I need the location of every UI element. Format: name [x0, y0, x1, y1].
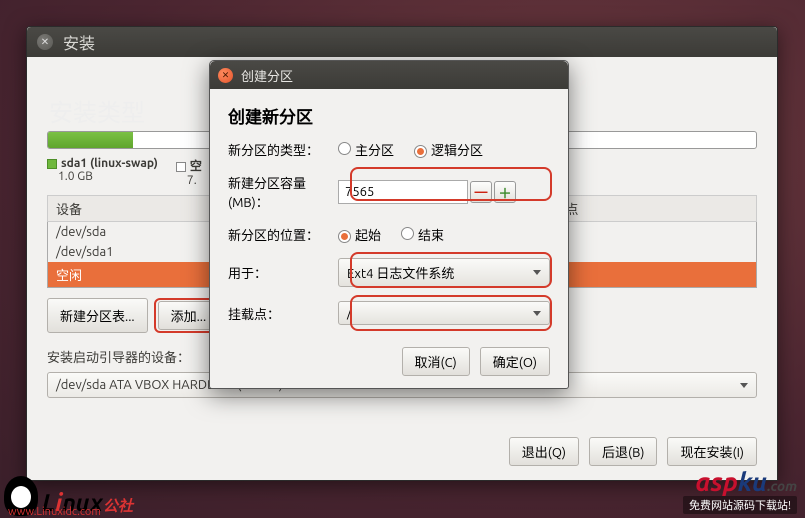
create-partition-dialog: ✕ 创建分区 创建新分区 新分区的类型： 主分区 逻辑分区 新建分区容量 (MB… — [209, 60, 569, 389]
plus-icon[interactable]: ＋ — [494, 181, 516, 203]
mount-label: 挂载点： — [228, 304, 338, 323]
install-now-button[interactable]: 现在安装(I) — [667, 437, 757, 466]
window-title: 安装 — [63, 30, 95, 54]
page-title: 安装类型 — [49, 93, 145, 128]
quit-button[interactable]: 退出(Q) — [509, 437, 579, 466]
aspku-logo: aspku.com 免费网站源码下载站! — [683, 467, 797, 514]
dialog-titlebar[interactable]: ✕ 创建分区 — [210, 61, 568, 89]
dialog-title: 创建分区 — [241, 66, 293, 85]
size-label: 新建分区容量 (MB)： — [228, 173, 338, 211]
use-as-label: 用于： — [228, 263, 338, 282]
ok-button[interactable]: 确定(O) — [480, 347, 550, 376]
type-label: 新分区的类型： — [228, 140, 338, 159]
back-button[interactable]: 后退(B) — [589, 437, 657, 466]
chevron-down-icon — [740, 383, 748, 388]
radio-begin[interactable]: 起始 — [338, 225, 381, 244]
radio-primary[interactable]: 主分区 — [338, 140, 394, 159]
chevron-down-icon — [533, 270, 541, 275]
linux-url: www.Linuxidc.com — [8, 506, 101, 518]
radio-end[interactable]: 结束 — [401, 225, 444, 244]
mount-point-select[interactable]: / — [338, 301, 550, 325]
size-input[interactable] — [338, 180, 468, 204]
close-icon[interactable]: ✕ — [218, 68, 233, 83]
chevron-down-icon — [533, 311, 541, 316]
cancel-button[interactable]: 取消(C) — [402, 347, 470, 376]
main-titlebar[interactable]: ✕ 安装 — [27, 27, 777, 57]
dialog-heading: 创建新分区 — [228, 103, 550, 128]
minus-icon[interactable]: — — [470, 181, 492, 203]
radio-logical[interactable]: 逻辑分区 — [414, 140, 483, 159]
filesystem-select[interactable]: Ext4 日志文件系统 — [338, 258, 550, 287]
new-partition-table-button[interactable]: 新建分区表... — [47, 298, 148, 333]
location-label: 新分区的位置： — [228, 225, 338, 244]
close-icon[interactable]: ✕ — [37, 34, 53, 50]
